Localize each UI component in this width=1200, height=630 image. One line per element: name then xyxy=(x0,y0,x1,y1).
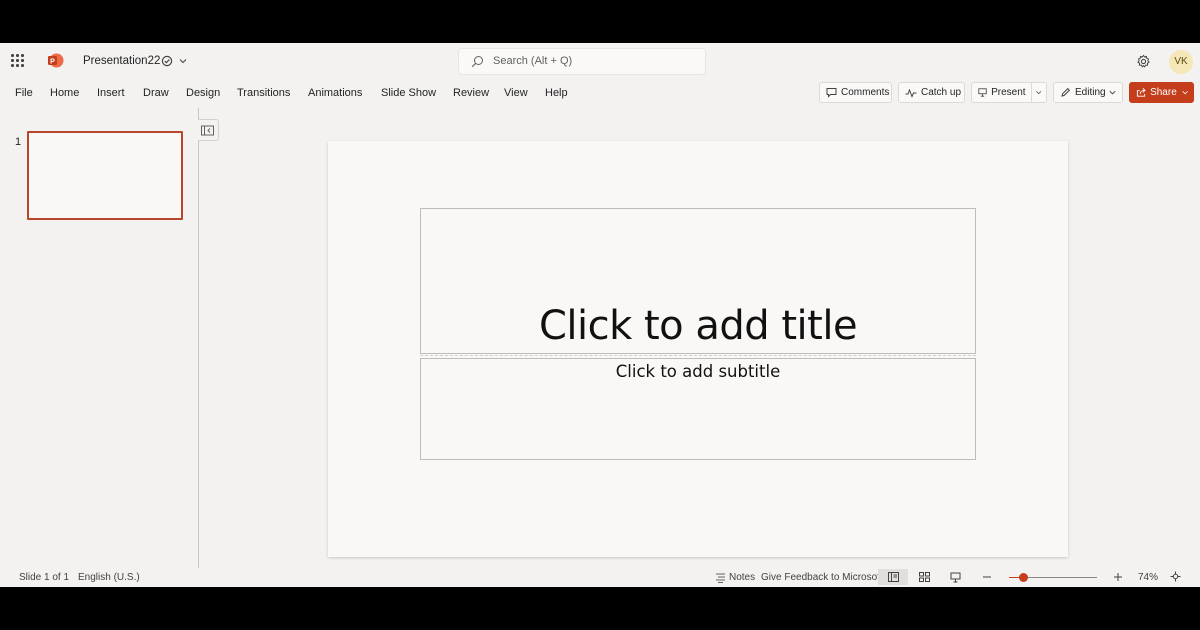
svg-text:P: P xyxy=(50,58,55,65)
tab-design[interactable]: Design xyxy=(186,87,220,99)
chevron-down-icon xyxy=(1182,90,1188,95)
tab-view[interactable]: View xyxy=(504,87,528,99)
share-icon xyxy=(1136,88,1146,97)
comments-button[interactable]: Comments xyxy=(819,82,892,103)
pane-divider[interactable] xyxy=(198,108,199,568)
title-placeholder[interactable]: Click to add title xyxy=(420,208,976,354)
tab-transitions[interactable]: Transitions xyxy=(237,87,290,99)
placeholder-guide xyxy=(420,355,976,356)
powerpoint-app: P Presentation22 Search (Alt + Q) VK Fil… xyxy=(0,43,1200,587)
activity-icon xyxy=(905,88,917,98)
normal-view-icon xyxy=(887,572,899,582)
tab-draw[interactable]: Draw xyxy=(143,87,169,99)
search-icon xyxy=(471,56,483,68)
search-placeholder: Search (Alt + Q) xyxy=(493,55,573,67)
search-box[interactable]: Search (Alt + Q) xyxy=(459,49,705,74)
fit-to-window-icon[interactable] xyxy=(1170,571,1181,582)
notes-icon[interactable] xyxy=(715,572,726,583)
comments-label: Comments xyxy=(841,87,890,98)
catch-up-label: Catch up xyxy=(921,87,962,98)
zoom-out-icon[interactable] xyxy=(982,572,992,582)
slide-counter: Slide 1 of 1 xyxy=(19,572,70,583)
pencil-icon xyxy=(1061,87,1071,97)
normal-view-button[interactable] xyxy=(878,569,908,585)
chevron-down-icon[interactable] xyxy=(1035,88,1042,97)
present-icon xyxy=(978,88,987,97)
comment-icon xyxy=(826,88,837,98)
notes-button[interactable]: Notes xyxy=(729,572,755,583)
tab-file[interactable]: File xyxy=(15,87,33,99)
slide-thumbnail[interactable] xyxy=(27,131,183,220)
title-bar: P Presentation22 Search (Alt + Q) VK Fil… xyxy=(0,43,1200,103)
zoom-slider-thumb[interactable] xyxy=(1019,573,1028,582)
tab-home[interactable]: Home xyxy=(50,87,79,99)
app-launcher-icon[interactable] xyxy=(11,54,25,68)
panel-collapse-icon xyxy=(201,125,214,136)
editing-mode-button[interactable]: Editing xyxy=(1053,82,1123,103)
powerpoint-logo-icon[interactable]: P xyxy=(47,53,64,68)
settings-gear-icon[interactable] xyxy=(1136,54,1151,69)
catch-up-button[interactable]: Catch up xyxy=(898,82,965,103)
present-label: Present xyxy=(991,87,1026,98)
tab-help[interactable]: Help xyxy=(545,87,568,99)
language-indicator[interactable]: English (U.S.) xyxy=(78,572,140,583)
share-label: Share xyxy=(1150,87,1177,98)
zoom-level[interactable]: 74% xyxy=(1138,572,1158,583)
subtitle-placeholder-text: Click to add subtitle xyxy=(615,362,781,381)
user-avatar[interactable]: VK xyxy=(1169,50,1193,74)
share-button[interactable]: Share xyxy=(1129,82,1194,103)
document-title[interactable]: Presentation22 xyxy=(83,55,160,67)
feedback-link[interactable]: Give Feedback to Microsoft xyxy=(761,572,883,583)
zoom-in-icon[interactable] xyxy=(1113,572,1123,582)
chevron-down-icon xyxy=(1109,90,1116,95)
collapse-pane-button[interactable] xyxy=(198,119,219,141)
present-button[interactable]: Present xyxy=(971,82,1047,103)
thumbnail-number: 1 xyxy=(15,136,22,148)
reading-view-button[interactable] xyxy=(940,569,970,585)
tab-review[interactable]: Review xyxy=(453,87,489,99)
chevron-down-icon[interactable] xyxy=(178,56,188,66)
slide-sorter-button[interactable] xyxy=(909,569,939,585)
grid-view-icon xyxy=(918,572,930,582)
subtitle-placeholder[interactable]: Click to add subtitle xyxy=(420,358,976,460)
sync-status-icon[interactable] xyxy=(161,55,173,67)
slideshow-view-icon xyxy=(950,572,960,582)
tab-animations[interactable]: Animations xyxy=(308,87,362,99)
slide-canvas[interactable]: Click to add title Click to add subtitle xyxy=(328,141,1068,557)
tab-slide-show[interactable]: Slide Show xyxy=(381,87,436,99)
present-split-divider xyxy=(1030,83,1032,102)
title-placeholder-text: Click to add title xyxy=(538,303,858,349)
status-bar: Slide 1 of 1 English (U.S.) Notes Give F… xyxy=(0,567,1200,587)
editing-label: Editing xyxy=(1075,87,1106,98)
tab-insert[interactable]: Insert xyxy=(97,87,125,99)
